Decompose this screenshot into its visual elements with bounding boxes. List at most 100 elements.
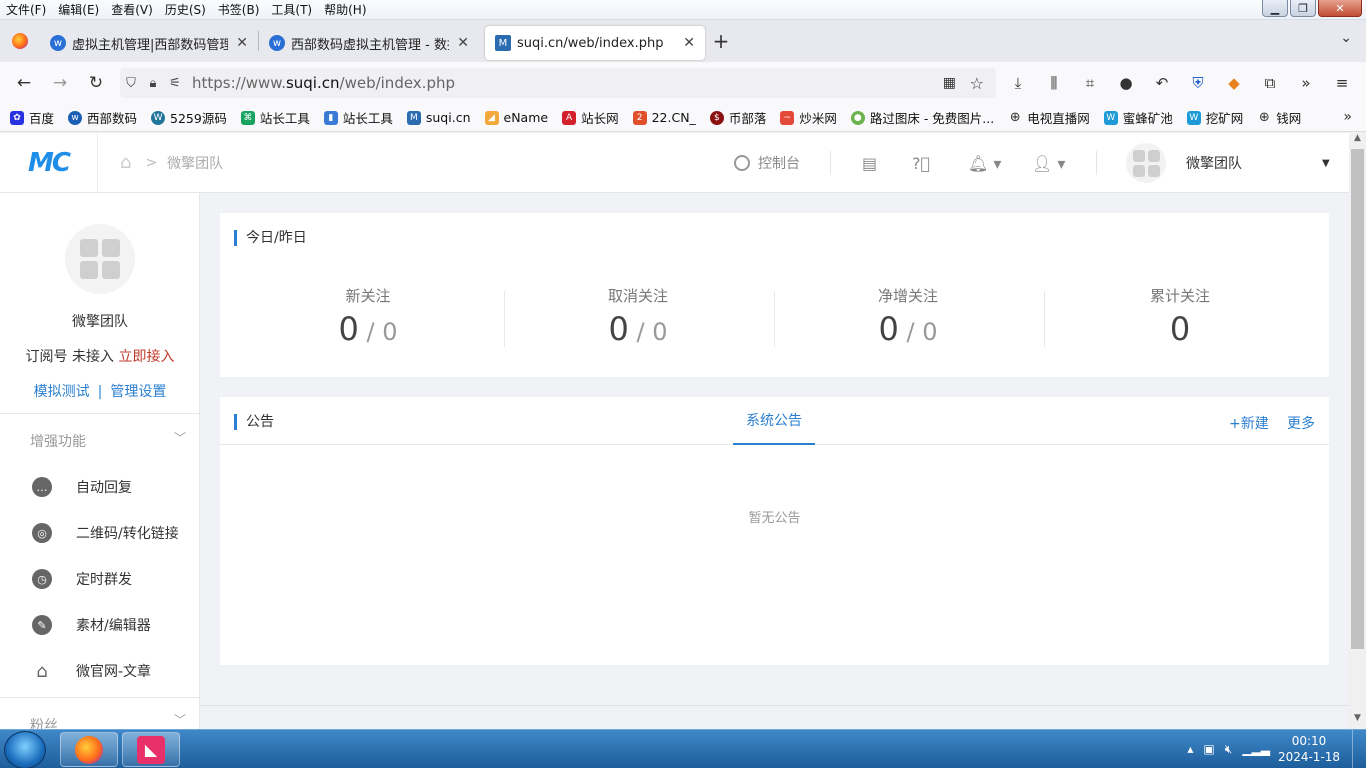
bibuluo-icon: $	[709, 110, 724, 125]
firefox-view-icon[interactable]	[0, 33, 40, 49]
user-icon[interactable]: 👤︎ ▾	[1032, 133, 1065, 193]
sidebar-item-scheduled-send[interactable]: ◷ 定时群发	[0, 556, 200, 602]
scroll-thumb[interactable]	[1351, 149, 1364, 649]
bookmark-item[interactable]: ▮ 站长工具	[323, 108, 393, 127]
page-scrollbar[interactable]: ▲ ▼	[1349, 133, 1366, 729]
system-clock[interactable]: 00:10 2024-1-18	[1274, 733, 1344, 765]
minimize-button[interactable]: ▁	[1262, 0, 1288, 17]
help-icon[interactable]: ?⃝	[912, 133, 930, 193]
reload-button[interactable]: ↻	[78, 73, 114, 93]
undo-arrow-icon[interactable]: ↶	[1146, 70, 1178, 96]
bookmark-item[interactable]: ⊕ 电视直播网	[1008, 108, 1090, 127]
list-all-tabs-chevron-icon[interactable]: ⌄	[1340, 30, 1352, 46]
bookmark-item[interactable]: ⌘ 站长工具	[240, 108, 310, 127]
bookmark-label: 蜜蜂矿池	[1122, 111, 1173, 126]
menu-view[interactable]: 查看(V)	[105, 0, 159, 20]
forward-button[interactable]: →	[42, 73, 78, 93]
tab-suqi-active[interactable]: M suqi.cn/web/index.php ✕	[485, 26, 705, 60]
back-button[interactable]: ←	[6, 73, 42, 93]
bookmark-item[interactable]: 2 22.CN_	[632, 110, 696, 125]
connect-now-link[interactable]: 立即接入	[118, 349, 174, 365]
bookmark-item[interactable]: W 5259源码	[151, 108, 227, 127]
chevron-down-icon[interactable]: ﹀	[174, 429, 186, 446]
menu-tools[interactable]: 工具(T)	[265, 0, 318, 20]
network-device-icon[interactable]: ▣	[1203, 742, 1214, 757]
suqi-icon: M	[406, 110, 421, 125]
qrcode-icon[interactable]: ▦	[943, 75, 956, 91]
screenshot-icon[interactable]: ⌗	[1074, 70, 1106, 96]
new-tab-button[interactable]: +	[705, 29, 737, 53]
tab-hosting-database[interactable]: w 西部数码虚拟主机管理 - 数据库 ✕	[259, 26, 479, 60]
menu-file[interactable]: 文件(F)	[0, 0, 52, 20]
sidebar-item-materials[interactable]: ✎ 素材/编辑器	[0, 602, 200, 648]
chevron-down-icon[interactable]: ﹀	[174, 711, 186, 728]
simulate-test-link[interactable]: 模拟测试	[34, 384, 90, 400]
metamask-fox-icon[interactable]: ◆	[1218, 70, 1250, 96]
account-switcher[interactable]: 微擎团队 ▼	[1126, 133, 1330, 193]
manage-settings-link[interactable]: 管理设置	[110, 384, 166, 400]
close-tab-icon[interactable]: ✕	[683, 35, 695, 51]
show-desktop-button[interactable]	[1352, 730, 1366, 768]
menu-edit[interactable]: 编辑(E)	[52, 0, 105, 20]
overflow-chevrons-icon[interactable]: »	[1290, 70, 1322, 96]
bookmark-item[interactable]: ✿ 百度	[10, 108, 54, 127]
lock-icon[interactable]: 🔒︎	[142, 76, 164, 91]
close-window-button[interactable]: ✕	[1318, 0, 1362, 17]
breadcrumb-current[interactable]: 微擎团队	[167, 153, 223, 173]
address-bar[interactable]: ⛉ 🔒︎ ⚟ https://www.suqi.cn/web/index.php…	[120, 68, 996, 98]
chat-extension-icon[interactable]: ●	[1110, 70, 1142, 96]
bookmark-item[interactable]: W 挖矿网	[1186, 108, 1243, 127]
bookmark-item[interactable]: $ 币部落	[709, 108, 766, 127]
home-icon[interactable]: ⌂	[120, 152, 131, 173]
bookmark-star-icon[interactable]: ☆	[970, 74, 984, 93]
signal-bars-icon[interactable]: ▁▂▃	[1242, 742, 1270, 757]
bookmark-item[interactable]: ~ 炒米网	[780, 108, 837, 127]
new-notice-link[interactable]: +新建	[1229, 413, 1269, 433]
shield-icon[interactable]: ⛉	[120, 76, 142, 91]
bookmark-item[interactable]: A 站长网	[562, 108, 619, 127]
bitwarden-shield-icon[interactable]: ⛨	[1182, 70, 1214, 96]
menu-help[interactable]: 帮助(H)	[318, 0, 372, 20]
extensions-icon[interactable]: ⧉	[1254, 70, 1286, 96]
chaomi-icon: ~	[780, 110, 795, 125]
hamburger-menu-icon[interactable]: ≡	[1326, 70, 1358, 96]
taskbar-firefox[interactable]	[60, 732, 118, 767]
qrcode-link-icon: ◎	[32, 523, 52, 543]
scroll-up-icon[interactable]: ▲	[1349, 133, 1366, 149]
divider	[0, 413, 200, 414]
bookmark-item[interactable]: ● 路过图床 - 免费图片...	[850, 108, 994, 127]
section-enhanced-features[interactable]: 增强功能	[30, 431, 86, 451]
bell-icon[interactable]: 🔔︎ ▾	[968, 133, 1001, 193]
url-text[interactable]: https://www.suqi.cn/web/index.php	[192, 74, 455, 92]
console-link[interactable]: 控制台	[734, 133, 800, 193]
volume-muted-icon[interactable]: 🔇︎	[1225, 742, 1233, 757]
menu-bookmarks[interactable]: 书签(B)	[212, 0, 266, 20]
system-tray: ▴ ▣ 🔇︎ ▁▂▃	[1187, 742, 1270, 757]
close-tab-icon[interactable]: ✕	[236, 35, 248, 51]
permissions-icon[interactable]: ⚟	[164, 76, 186, 91]
sidebar-item-auto-reply[interactable]: … 自动回复	[0, 464, 200, 510]
more-link[interactable]: 更多	[1287, 413, 1315, 433]
library-icon[interactable]: ⫼	[1038, 70, 1070, 96]
tab-system-notice[interactable]: 系统公告	[733, 397, 815, 445]
sidebar-item-qrcode[interactable]: ◎ 二维码/转化链接	[0, 510, 200, 556]
bookmark-item[interactable]: w 西部数码	[68, 108, 137, 127]
menu-history[interactable]: 历史(S)	[159, 0, 212, 20]
logo[interactable]: MC	[0, 133, 98, 193]
tab-hosting-admin[interactable]: w 虚拟主机管理|西部数码管理中心 ✕	[40, 26, 258, 60]
close-tab-icon[interactable]: ✕	[457, 35, 469, 51]
section-fans[interactable]: 粉丝	[30, 715, 58, 729]
bookmark-item[interactable]: W 蜜蜂矿池	[1103, 108, 1173, 127]
scroll-down-icon[interactable]: ▼	[1349, 713, 1366, 729]
bookmark-item[interactable]: Msuqi.cn	[406, 110, 471, 125]
restore-button[interactable]: ❐	[1290, 0, 1316, 17]
download-icon[interactable]: ⤓	[1002, 70, 1034, 96]
tray-expand-icon[interactable]: ▴	[1187, 742, 1193, 757]
store-icon[interactable]: ▤	[862, 133, 877, 193]
bookmark-item[interactable]: ⊕ 钱网	[1257, 108, 1301, 127]
start-button[interactable]	[4, 731, 46, 768]
bookmark-item[interactable]: ◢ eName	[484, 110, 548, 125]
sidebar-item-micro-site[interactable]: ⌂ 微官网-文章	[0, 648, 200, 694]
bookmarks-overflow-icon[interactable]: »	[1343, 109, 1352, 125]
taskbar-app[interactable]: ◣	[122, 732, 180, 767]
